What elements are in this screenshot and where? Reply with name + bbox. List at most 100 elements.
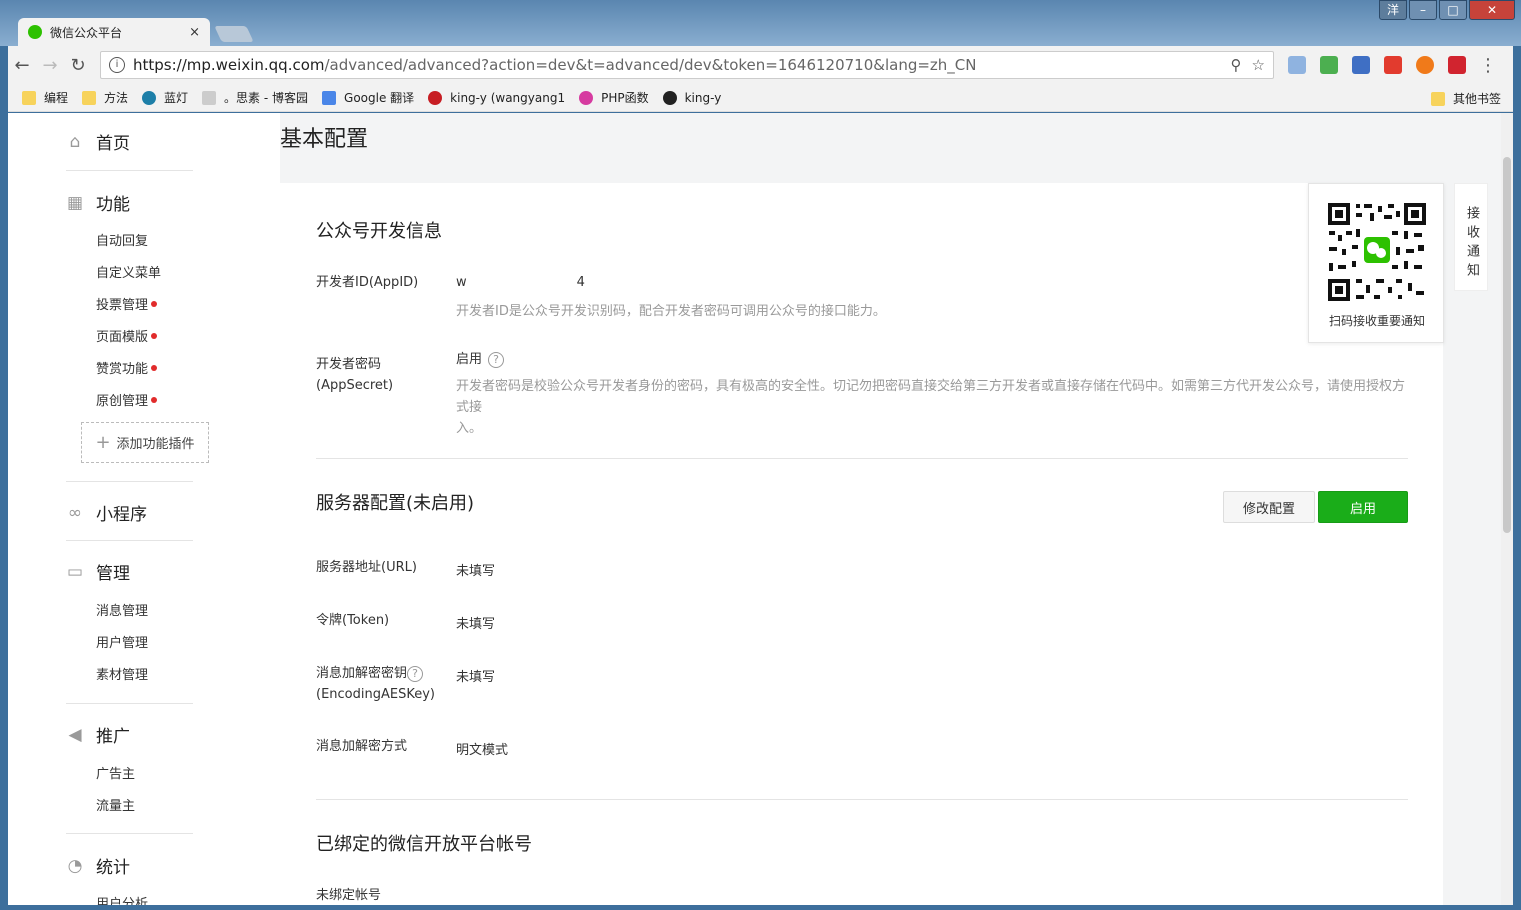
bookmark-item[interactable]: 蓝灯 bbox=[142, 89, 188, 106]
aes-key-value: 未填写 bbox=[456, 670, 496, 685]
tab-title: 微信公众平台 bbox=[50, 25, 123, 40]
folder-icon bbox=[22, 90, 36, 105]
php-icon bbox=[579, 90, 594, 105]
sidebar-item-custom-menu[interactable]: 自定义菜单 bbox=[96, 262, 161, 281]
sidebar-item-materials[interactable]: 素材管理 bbox=[96, 664, 148, 683]
sidebar-item-miniprogram[interactable]: ∞ 小程序 bbox=[66, 500, 147, 526]
sidebar-item-auto-reply[interactable]: 自动回复 bbox=[96, 230, 148, 249]
forward-icon[interactable]: → bbox=[36, 55, 64, 76]
new-badge bbox=[151, 300, 158, 307]
extension-orange-icon[interactable] bbox=[1416, 56, 1434, 74]
add-plugin-button[interactable]: + 添加功能插件 bbox=[81, 422, 209, 463]
gitee-icon bbox=[428, 90, 443, 105]
bookmark-item[interactable]: 方法 bbox=[82, 89, 128, 106]
address-bar[interactable]: i https://mp.weixin.qq.com/advanced/adva… bbox=[100, 51, 1274, 79]
open-platform-title: 已绑定的微信开放平台帐号 bbox=[316, 834, 532, 855]
new-badge bbox=[151, 364, 158, 371]
plus-icon: + bbox=[95, 432, 111, 453]
divider bbox=[316, 799, 1408, 800]
github-icon bbox=[662, 90, 677, 105]
bookmark-star-icon[interactable]: ☆ bbox=[1252, 56, 1265, 74]
home-icon: ⌂ bbox=[69, 131, 81, 152]
sidebar-item-vote[interactable]: 投票管理 bbox=[96, 294, 158, 313]
token-label: 令牌(Token) bbox=[316, 613, 390, 628]
server-config-title: 服务器配置(未启用) bbox=[316, 493, 475, 514]
divider bbox=[66, 170, 193, 171]
bookmark-item[interactable]: 。思素 - 博客园 bbox=[202, 89, 308, 106]
scrollbar-thumb[interactable] bbox=[1503, 157, 1511, 533]
extension-save-icon[interactable] bbox=[1352, 56, 1370, 74]
close-window-button[interactable]: ✕ bbox=[1469, 0, 1515, 20]
menu-icon[interactable]: ⋮ bbox=[1474, 55, 1502, 76]
megaphone-icon: ◀ bbox=[68, 724, 82, 745]
other-bookmarks[interactable]: 其他书签 bbox=[1430, 90, 1501, 107]
receive-notification-tab[interactable]: 接收通知 bbox=[1454, 183, 1488, 291]
sidebar-item-messages[interactable]: 消息管理 bbox=[96, 600, 148, 619]
sidebar-section-manage: ▭ 管理 bbox=[66, 561, 130, 585]
sidebar-item-reward[interactable]: 赞赏功能 bbox=[96, 358, 158, 377]
encrypt-mode-value: 明文模式 bbox=[456, 743, 509, 758]
encrypt-mode-label: 消息加解密方式 bbox=[316, 739, 408, 754]
config-card: 公众号开发信息 开发者ID(AppID) w4 开发者ID是公众号开发识别码，配… bbox=[280, 183, 1443, 905]
pie-chart-icon: ◔ bbox=[67, 855, 83, 876]
bookmark-item[interactable]: 编程 bbox=[22, 89, 68, 106]
link-icon: ∞ bbox=[67, 502, 83, 523]
minimize-button[interactable]: – bbox=[1409, 0, 1437, 20]
sidebar-item-user-analysis[interactable]: 用户分析 bbox=[96, 893, 148, 905]
extension-puzzle-icon[interactable] bbox=[1320, 56, 1338, 74]
page-content: ⌂ 首页 ▦ 功能 自动回复 自定义菜单 投票管理 页面模版 赞赏功能 原创管理 +… bbox=[8, 113, 1513, 905]
divider bbox=[66, 703, 193, 704]
secret-label: 开发者密码 (AppSecret) bbox=[316, 357, 394, 393]
enable-button[interactable]: 启用 bbox=[1318, 491, 1408, 523]
sidebar-item-users[interactable]: 用户管理 bbox=[96, 632, 148, 651]
zoom-icon[interactable]: ⚲ bbox=[1231, 56, 1242, 74]
qr-code-image bbox=[1326, 201, 1428, 303]
secret-description: 开发者密码是校验公众号开发者身份的密码，具有极高的安全性。切记勿把密码直接交给第… bbox=[456, 379, 1406, 436]
extension-fe-icon[interactable] bbox=[1384, 56, 1402, 74]
close-tab-icon[interactable]: × bbox=[189, 25, 200, 40]
sidebar-item-publisher[interactable]: 流量主 bbox=[96, 795, 135, 814]
modify-config-button[interactable]: 修改配置 bbox=[1223, 491, 1315, 523]
back-icon[interactable]: ← bbox=[8, 55, 36, 76]
bookmarks-bar: 编程 方法 蓝灯 。思素 - 博客园 Google 翻译 king-y (wan… bbox=[8, 84, 1513, 112]
sidebar-item-home[interactable]: ⌂ 首页 bbox=[66, 129, 130, 155]
lantern-icon bbox=[142, 90, 157, 105]
scrollbar[interactable] bbox=[1501, 113, 1513, 905]
sidebar-item-original[interactable]: 原创管理 bbox=[96, 390, 158, 409]
divider bbox=[66, 833, 193, 834]
browser-window: 微信公众平台 × 洋 – □ ✕ ← → ↻ i https://mp.weix… bbox=[0, 0, 1521, 910]
new-badge bbox=[151, 396, 158, 403]
server-url-label: 服务器地址(URL) bbox=[316, 560, 417, 575]
token-value: 未填写 bbox=[456, 617, 496, 632]
appid-value[interactable]: w4 bbox=[456, 275, 585, 290]
google-translate-icon bbox=[322, 90, 337, 105]
reload-icon[interactable]: ↻ bbox=[64, 55, 92, 76]
maximize-button[interactable]: □ bbox=[1439, 0, 1467, 20]
sidebar-item-page-template[interactable]: 页面模版 bbox=[96, 326, 158, 345]
info-icon[interactable]: i bbox=[109, 57, 125, 73]
bookmark-item[interactable]: Google 翻译 bbox=[322, 89, 414, 106]
profile-button[interactable]: 洋 bbox=[1379, 0, 1407, 20]
new-tab-button[interactable] bbox=[214, 26, 254, 42]
url-text[interactable]: https://mp.weixin.qq.com/advanced/advanc… bbox=[133, 56, 1221, 74]
title-bar: 微信公众平台 × 洋 – □ ✕ bbox=[0, 0, 1521, 46]
help-icon[interactable]: ? bbox=[488, 351, 505, 368]
secret-value: 启用? bbox=[456, 348, 505, 368]
grid-icon: ▦ bbox=[66, 192, 84, 213]
extension-link-icon[interactable] bbox=[1288, 56, 1306, 74]
extension-download-icon[interactable] bbox=[1448, 56, 1466, 74]
browser-tab[interactable]: 微信公众平台 × bbox=[18, 18, 210, 46]
bookmark-item[interactable]: king-y bbox=[662, 90, 721, 105]
help-icon[interactable]: ? bbox=[407, 665, 424, 682]
sidebar-section-promote: ◀ 推广 bbox=[66, 722, 130, 748]
folder-icon bbox=[82, 90, 97, 105]
inbox-icon: ▭ bbox=[66, 561, 84, 582]
bookmark-item[interactable]: PHP函数 bbox=[579, 89, 649, 106]
appid-description: 开发者ID是公众号开发识别码，配合开发者密码可调用公众号的接口能力。 bbox=[456, 304, 886, 319]
browser-toolbar: ← → ↻ i https://mp.weixin.qq.com/advance… bbox=[8, 46, 1513, 84]
sidebar-item-advertiser[interactable]: 广告主 bbox=[96, 763, 135, 782]
dev-info-title: 公众号开发信息 bbox=[316, 221, 442, 242]
divider bbox=[316, 458, 1408, 459]
bookmark-item[interactable]: king-y (wangyang1 bbox=[428, 90, 565, 105]
divider bbox=[66, 540, 193, 541]
